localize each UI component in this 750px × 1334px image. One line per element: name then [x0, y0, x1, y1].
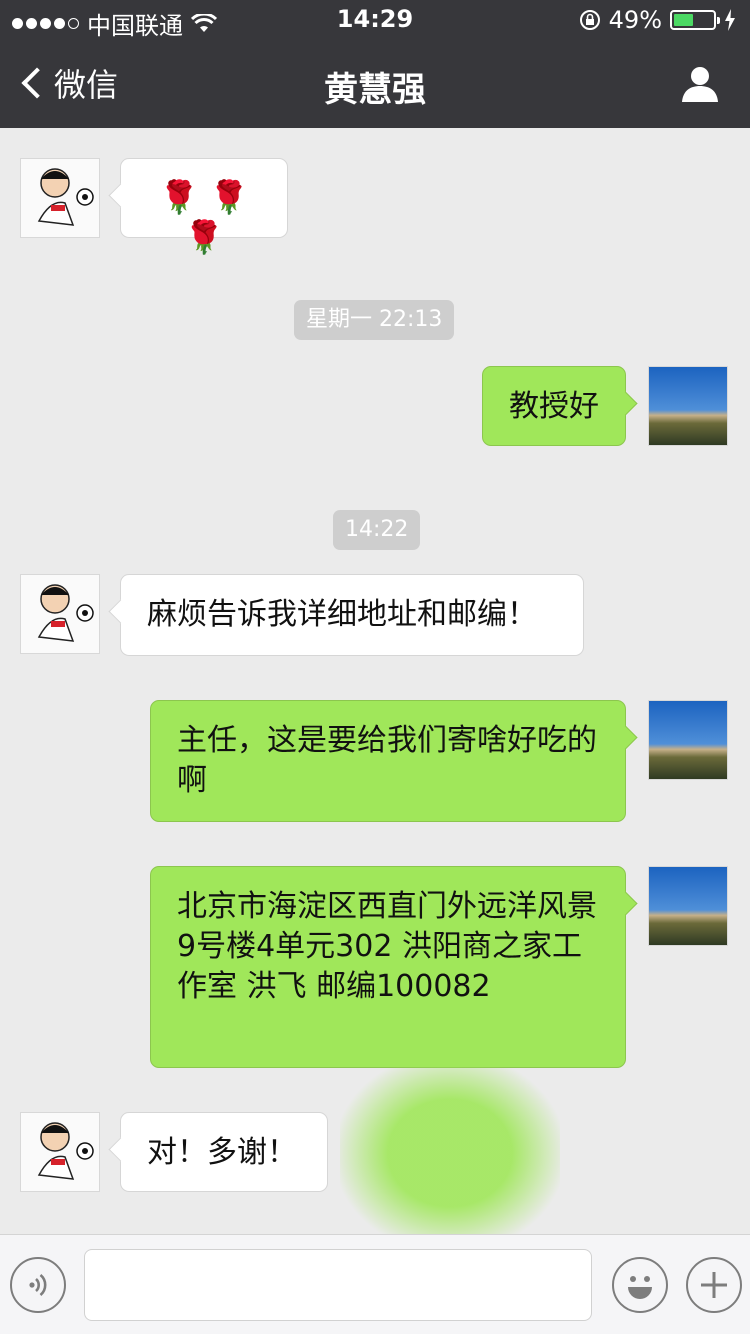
- rotation-lock-icon: [579, 10, 600, 30]
- contact-avatar[interactable]: [20, 158, 100, 238]
- chevron-left-icon: [21, 67, 53, 99]
- cartoon-avatar-icon: [21, 159, 99, 237]
- battery-icon: [670, 10, 720, 30]
- message-bubble-incoming[interactable]: 麻烦告诉我详细地址和邮编！: [120, 574, 584, 656]
- my-avatar[interactable]: [648, 366, 728, 446]
- back-button[interactable]: 微信: [18, 60, 118, 106]
- smiley-icon: [628, 1276, 652, 1299]
- timestamp: 14:22: [333, 510, 421, 550]
- plus-icon: [701, 1272, 727, 1298]
- message-input[interactable]: [84, 1249, 592, 1321]
- emoji-button[interactable]: [612, 1257, 668, 1313]
- message-bubble-outgoing[interactable]: 北京市海淀区西直门外远洋风景9号楼4单元302 洪阳商之家工作室 洪飞 邮编10…: [150, 866, 626, 1068]
- message-bubble-outgoing[interactable]: 主任，这是要给我们寄啥好吃的啊: [150, 700, 626, 822]
- status-bar: 中国联通 14:29 49%: [0, 0, 750, 40]
- message-bubble-outgoing[interactable]: 教授好: [482, 366, 626, 446]
- person-icon[interactable]: [680, 64, 720, 104]
- charging-bolt-icon: [725, 9, 735, 31]
- status-right-group: 49%: [579, 6, 736, 34]
- nav-bar: 微信 黄慧强: [0, 40, 750, 128]
- battery-fill: [674, 14, 693, 26]
- voice-icon: [29, 1274, 47, 1296]
- my-avatar[interactable]: [648, 866, 728, 946]
- more-button[interactable]: [686, 1257, 742, 1313]
- my-avatar[interactable]: [648, 700, 728, 780]
- voice-button[interactable]: [10, 1257, 66, 1313]
- cartoon-avatar-icon: [21, 575, 99, 653]
- cartoon-avatar-icon: [21, 1113, 99, 1191]
- message-bubble-incoming[interactable]: 对！多谢！: [120, 1112, 328, 1192]
- battery-percent: 49%: [608, 6, 662, 34]
- contact-avatar[interactable]: [20, 574, 100, 654]
- back-label: 微信: [54, 66, 119, 104]
- chat-area[interactable]: 🌹 🌹 🌹 星期一 22:13 教授好 14:22 麻烦告诉我详细地址和邮编！ …: [0, 128, 750, 1248]
- input-bar: [0, 1234, 750, 1334]
- privacy-smudge: [340, 1058, 560, 1248]
- contact-avatar[interactable]: [20, 1112, 100, 1192]
- timestamp: 星期一 22:13: [294, 300, 455, 340]
- message-bubble-incoming[interactable]: 🌹 🌹 🌹: [120, 158, 288, 256]
